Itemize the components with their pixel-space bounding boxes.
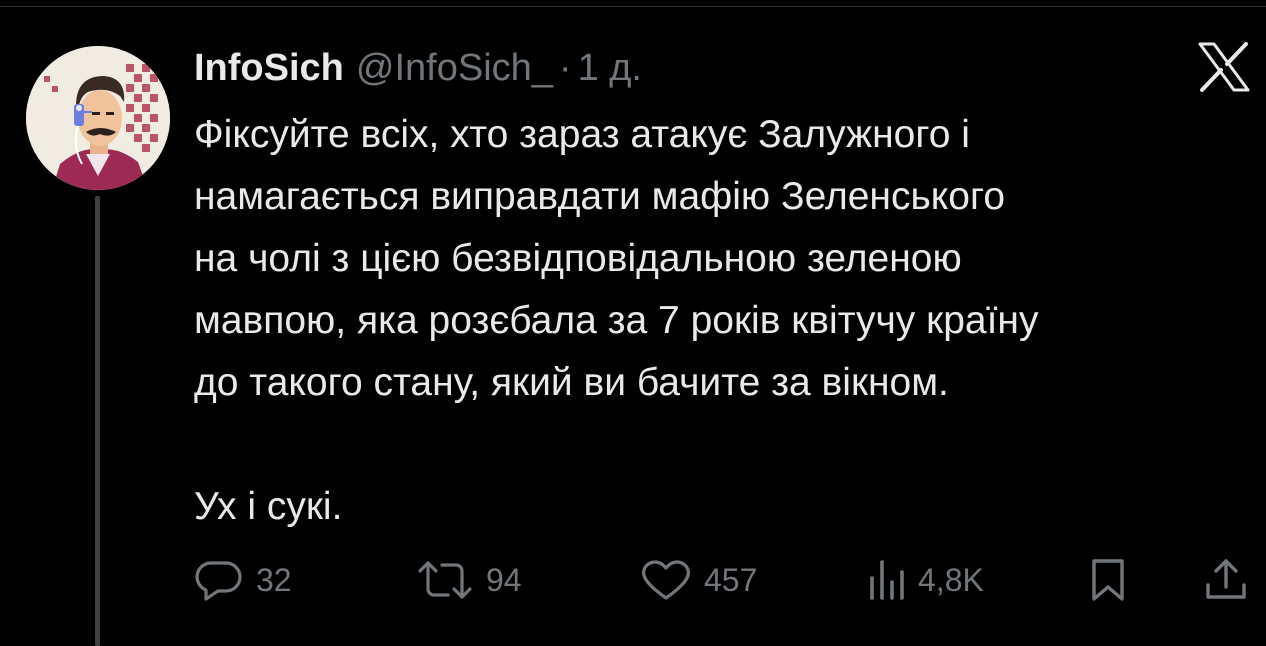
tweet-header: InfoSich @InfoSich_ · 1 д. bbox=[194, 44, 642, 92]
x-logo-icon bbox=[1198, 42, 1250, 92]
views-button[interactable]: 4,8K bbox=[866, 556, 984, 604]
reply-button[interactable]: 32 bbox=[194, 556, 292, 604]
like-count: 457 bbox=[704, 561, 758, 598]
views-icon bbox=[870, 560, 904, 600]
views-count: 4,8K bbox=[918, 561, 984, 598]
timestamp[interactable]: 1 д. bbox=[578, 44, 642, 92]
thread-line bbox=[95, 196, 100, 646]
repost-button[interactable]: 94 bbox=[416, 556, 522, 604]
bookmark-icon bbox=[1092, 559, 1124, 601]
display-name[interactable]: InfoSich bbox=[194, 44, 344, 92]
bookmark-button[interactable] bbox=[1088, 556, 1128, 604]
reply-icon bbox=[195, 561, 242, 601]
avatar[interactable] bbox=[26, 46, 170, 190]
like-button[interactable]: 457 bbox=[640, 556, 757, 604]
tweet-text-line: мавпою, яка розєбала за 7 років квітучу … bbox=[194, 299, 1039, 342]
repost-count: 94 bbox=[486, 561, 522, 598]
tweet-text-line: намагається виправдати мафію Зеленського bbox=[194, 175, 1006, 218]
top-divider bbox=[0, 6, 1266, 7]
tweet-text-line: на чолі з цією безвідповідальною зеленою bbox=[194, 237, 962, 280]
separator-dot: · bbox=[558, 47, 572, 89]
tweet-text-line: Фіксуйте всіх, хто зараз атакує Залужног… bbox=[194, 113, 970, 156]
reply-count: 32 bbox=[256, 561, 292, 598]
heart-icon bbox=[641, 560, 691, 600]
tweet-text-blank-line bbox=[194, 414, 1254, 476]
tweet-text-line: до такого стану, який ви бачите за вікно… bbox=[194, 361, 949, 404]
avatar-illustration bbox=[26, 46, 170, 190]
user-handle[interactable]: @InfoSich_ bbox=[356, 44, 553, 92]
repost-icon bbox=[418, 561, 472, 599]
share-button[interactable] bbox=[1204, 556, 1248, 604]
tweet-text-line: Ух і сукі. bbox=[194, 485, 343, 528]
tweet-text: Фіксуйте всіх, хто зараз атакує Залужног… bbox=[194, 104, 1254, 538]
action-bar: 32 94 457 4,8K bbox=[194, 556, 1254, 604]
share-icon bbox=[1206, 559, 1246, 599]
